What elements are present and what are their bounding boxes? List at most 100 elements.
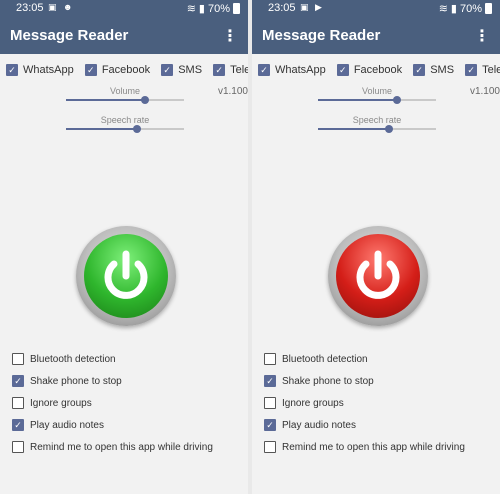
notification-icons: ▣ ▶ [300,2,324,12]
app-label: Telegram [230,64,248,76]
power-button-face [84,234,168,318]
speech-rate-control: Speech rate [66,115,184,133]
app-label: Telegram [482,64,500,76]
option-label: Shake phone to stop [30,375,122,387]
app-label: SMS [178,64,203,76]
checkbox-checked-icon: ✓ [12,419,24,431]
volume-label: Volume [109,86,141,96]
app-checkbox-whatsapp[interactable]: ✓ WhatsApp [6,64,74,76]
app-title: Message Reader [262,27,381,44]
app-checkbox-whatsapp[interactable]: ✓ WhatsApp [258,64,326,76]
option-label: Remind me to open this app while driving [30,441,213,453]
checkbox-checked-icon: ✓ [161,64,174,76]
checkbox-unchecked-icon [12,397,24,409]
power-icon [356,250,400,299]
option-ignore-groups[interactable]: Ignore groups [264,392,465,414]
volume-control: Volume [318,86,436,104]
speech-rate-slider-fill [66,128,137,130]
checkbox-unchecked-icon [264,397,276,409]
option-label: Shake phone to stop [282,375,374,387]
volume-slider-fill [66,99,146,101]
speech-rate-slider-thumb[interactable] [384,125,393,133]
volume-label: Volume [361,86,393,96]
checkbox-unchecked-icon [12,441,24,453]
option-label: Play audio notes [282,419,356,431]
app-checkbox-facebook[interactable]: ✓ Facebook [84,64,151,76]
volume-control: Volume [66,86,184,104]
app-checkbox-sms[interactable]: ✓ SMS [413,64,454,76]
volume-slider-thumb[interactable] [141,96,150,104]
checkbox-unchecked-icon [264,441,276,453]
option-play-audio-notes[interactable]: ✓ Play audio notes [264,414,465,436]
main-content: ✓ WhatsApp ✓ Facebook ✓ SMS ✓ Telegram v… [0,54,248,494]
checkbox-checked-icon: ✓ [264,419,276,431]
speech-rate-control: Speech rate [318,115,436,133]
overflow-menu-icon[interactable]: ⋮ [474,26,490,46]
checkbox-checked-icon: ✓ [6,64,18,76]
volume-slider[interactable] [318,96,436,104]
app-label: Facebook [353,64,403,76]
notification-icons: ▣ ☻ [48,2,75,12]
option-label: Bluetooth detection [30,353,116,365]
app-label: WhatsApp [275,64,326,76]
checkbox-checked-icon: ✓ [84,64,97,76]
battery-percent: 70% [207,2,230,15]
app-checkbox-sms[interactable]: ✓ SMS [161,64,202,76]
checkbox-checked-icon: ✓ [336,64,349,76]
speech-rate-slider-fill [318,128,389,130]
speech-rate-label: Speech rate [100,115,150,125]
app-title: Message Reader [10,27,129,44]
app-filter-row: ✓ WhatsApp ✓ Facebook ✓ SMS ✓ Telegram [258,64,500,76]
wifi-icon: ≋ [186,3,196,15]
option-label: Ignore groups [282,397,344,409]
speech-rate-label: Speech rate [352,115,402,125]
battery-icon [485,3,492,14]
app-label: WhatsApp [23,64,74,76]
option-remind-while-driving[interactable]: Remind me to open this app while driving [12,436,213,458]
checkbox-unchecked-icon [12,353,24,365]
power-button-face [336,234,420,318]
app-checkbox-telegram[interactable]: ✓ Telegram [213,64,248,76]
signal-icon: ▮ [198,3,205,15]
power-button[interactable] [76,226,176,326]
app-label: Facebook [101,64,151,76]
volume-slider-thumb[interactable] [393,96,402,104]
status-bar: 23:05 ▣ ☻ ≋ ▮ 70% [0,0,248,18]
volume-slider[interactable] [66,96,184,104]
option-play-audio-notes[interactable]: ✓ Play audio notes [12,414,213,436]
option-shake-phone-to-stop[interactable]: ✓ Shake phone to stop [12,370,213,392]
status-time: 23:05 [16,2,44,14]
checkbox-checked-icon: ✓ [12,375,24,387]
checkbox-checked-icon: ✓ [264,375,276,387]
speech-rate-slider[interactable] [66,125,184,133]
option-bluetooth-detection[interactable]: Bluetooth detection [264,348,465,370]
speech-rate-slider[interactable] [318,125,436,133]
checkbox-checked-icon: ✓ [258,64,270,76]
app-filter-row: ✓ WhatsApp ✓ Facebook ✓ SMS ✓ Telegram [6,64,248,76]
volume-slider-fill [318,99,398,101]
power-icon [104,250,148,299]
status-time: 23:05 [268,2,296,14]
option-remind-while-driving[interactable]: Remind me to open this app while driving [264,436,465,458]
checkbox-unchecked-icon [264,353,276,365]
overflow-menu-icon[interactable]: ⋮ [222,26,238,46]
speech-rate-slider-thumb[interactable] [132,125,141,133]
power-button[interactable] [328,226,428,326]
version-label: v1.100 [217,86,248,97]
app-checkbox-facebook[interactable]: ✓ Facebook [336,64,403,76]
checkbox-checked-icon: ✓ [413,64,426,76]
screenshot-pair: 23:05 ▣ ☻ ≋ ▮ 70% Message Reader ⋮ ✓ Wha… [0,0,500,494]
checkbox-checked-icon: ✓ [465,64,478,76]
checkbox-checked-icon: ✓ [213,64,226,76]
option-bluetooth-detection[interactable]: Bluetooth detection [12,348,213,370]
options-list: Bluetooth detection ✓ Shake phone to sto… [12,348,213,458]
option-shake-phone-to-stop[interactable]: ✓ Shake phone to stop [264,370,465,392]
signal-icon: ▮ [450,3,457,15]
option-ignore-groups[interactable]: Ignore groups [12,392,213,414]
option-label: Play audio notes [30,419,104,431]
battery-percent: 70% [459,2,482,15]
screen-left: 23:05 ▣ ☻ ≋ ▮ 70% Message Reader ⋮ ✓ Wha… [0,0,248,494]
app-checkbox-telegram[interactable]: ✓ Telegram [465,64,500,76]
option-label: Remind me to open this app while driving [282,441,465,453]
option-label: Bluetooth detection [282,353,368,365]
